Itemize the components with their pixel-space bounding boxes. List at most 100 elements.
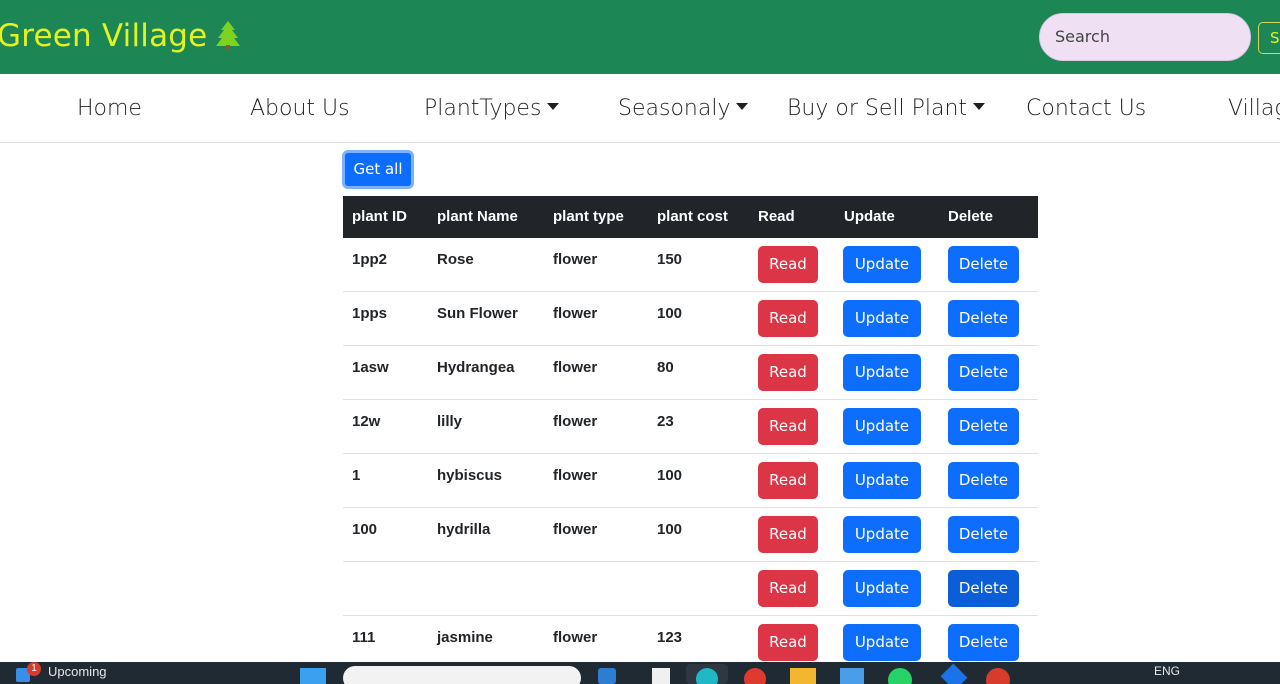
read-button[interactable]: Read [758,462,818,499]
update-button[interactable]: Update [843,300,921,337]
delete-button[interactable]: Delete [948,408,1019,445]
folder-icon[interactable] [790,668,816,684]
cell-plant-id: 1 [352,467,361,484]
cell-plant-cost: 150 [657,251,683,268]
cell-plant-type: flower [553,467,598,484]
upcoming-label[interactable]: Upcoming [48,664,107,679]
chrome-icon[interactable] [744,668,766,684]
plants-table: plant ID plant Name plant type plant cos… [343,196,1038,670]
header-delete: Delete [948,208,994,225]
cell-plant-cost: 100 [657,467,683,484]
cell-plant-type: flower [553,413,598,430]
nav-seasonaly[interactable]: Seasonaly [618,96,749,121]
cell-plant-id: 100 [352,521,378,538]
search-input[interactable]: Search [1039,13,1251,61]
delete-button[interactable]: Delete [948,516,1019,553]
nav-about-us[interactable]: About Us [250,96,350,121]
taskbar-search[interactable] [343,666,581,684]
language-indicator[interactable]: ENG [1154,664,1180,678]
delete-button[interactable]: Delete [948,246,1019,283]
app-icon[interactable] [986,668,1010,684]
update-button[interactable]: Update [843,246,921,283]
delete-button[interactable]: Delete [948,300,1019,337]
nav-buy-sell-label: Buy or Sell Plant [787,96,968,121]
cell-plant-cost: 100 [657,305,683,322]
cell-plant-type: flower [553,521,598,538]
cell-plant-id: 1asw [352,359,389,376]
read-button[interactable]: Read [758,624,818,661]
nav-about-label: About Us [250,96,350,121]
table-row: 1asw Hydrangea flower 80 Read Update Delete [343,346,1038,400]
delete-button[interactable]: Delete [948,354,1019,391]
cell-plant-type: flower [553,359,598,376]
nav-contact-label: Contact Us [1026,96,1147,121]
table-row: Read Update Delete [343,562,1038,616]
cell-plant-name: hydrilla [437,521,491,538]
table-row: 1pp2 Rose flower 150 Read Update Delete [343,238,1038,292]
delete-button[interactable]: Delete [948,462,1019,499]
cell-plant-name: hybiscus [437,467,503,484]
header-plant-type: plant type [553,208,624,225]
nav-home-label: Home [77,96,142,121]
notification-badge: 1 [27,662,41,676]
read-button[interactable]: Read [758,570,818,607]
cell-plant-name: jasmine [437,629,493,646]
update-button[interactable]: Update [843,462,921,499]
update-button[interactable]: Update [843,408,921,445]
header-read: Read [758,208,795,225]
whatsapp-icon[interactable] [888,668,912,684]
search-button[interactable]: S [1258,22,1280,54]
app-icon[interactable] [840,668,864,684]
table-row: 12w lilly flower 23 Read Update Delete [343,400,1038,454]
app-icon[interactable] [940,663,968,684]
nav-seasonaly-label: Seasonaly [618,96,731,121]
table-header: plant ID plant Name plant type plant cos… [343,196,1038,238]
nav-plant-types-label: PlantTypes [424,96,542,121]
nav-contact-us[interactable]: Contact Us [1026,96,1146,121]
read-button[interactable]: Read [758,354,818,391]
cell-plant-cost: 23 [657,413,674,430]
app-icon[interactable] [696,668,718,684]
cell-plant-type: flower [553,305,598,322]
evergreen-tree-icon [215,20,241,58]
cell-plant-id: 12w [352,413,381,430]
read-button[interactable]: Read [758,300,818,337]
nav-village[interactable]: Villag [1228,96,1280,121]
nav-plant-types[interactable]: PlantTypes [424,96,560,121]
cell-plant-type: flower [553,251,598,268]
top-header: Green Village Search S [0,0,1280,74]
update-button[interactable]: Update [843,624,921,661]
app-icon[interactable] [598,668,616,684]
header-plant-id: plant ID [352,208,407,225]
brand-logo[interactable]: Green Village [0,18,241,58]
nav-buy-sell[interactable]: Buy or Sell Plant [787,96,986,121]
start-icon[interactable] [300,668,326,684]
cell-plant-name: lilly [437,413,463,430]
table-row: 1 hybiscus flower 100 Read Update Delete [343,454,1038,508]
nav-home[interactable]: Home [77,96,142,121]
delete-button[interactable]: Delete [948,624,1019,661]
read-button[interactable]: Read [758,516,818,553]
cell-plant-id: 1pp2 [352,251,388,268]
main-nav: Home About Us PlantTypes Seasonaly Buy o… [0,74,1280,143]
caret-down-icon [736,103,749,110]
read-button[interactable]: Read [758,246,818,283]
cell-plant-name: Hydrangea [437,359,515,376]
caret-down-icon [547,103,560,110]
delete-button[interactable]: Delete [948,570,1019,607]
cell-plant-cost: 100 [657,521,683,538]
os-taskbar: 1 Upcoming ENG [0,662,1280,684]
app-icon[interactable] [652,668,670,684]
update-button[interactable]: Update [843,516,921,553]
cell-plant-type: flower [553,629,598,646]
read-button[interactable]: Read [758,408,818,445]
cell-plant-cost: 80 [657,359,674,376]
update-button[interactable]: Update [843,354,921,391]
get-all-button[interactable]: Get all [342,150,414,189]
table-body: 1pp2 Rose flower 150 Read Update Delete 1pps Sun… [343,238,1038,670]
header-plant-name: plant Name [437,208,518,225]
cell-plant-cost: 123 [657,629,683,646]
nav-village-label: Villag [1228,96,1280,121]
update-button[interactable]: Update [843,570,921,607]
table-row: 1pps Sun Flower flower 100 Read Update Delete [343,292,1038,346]
